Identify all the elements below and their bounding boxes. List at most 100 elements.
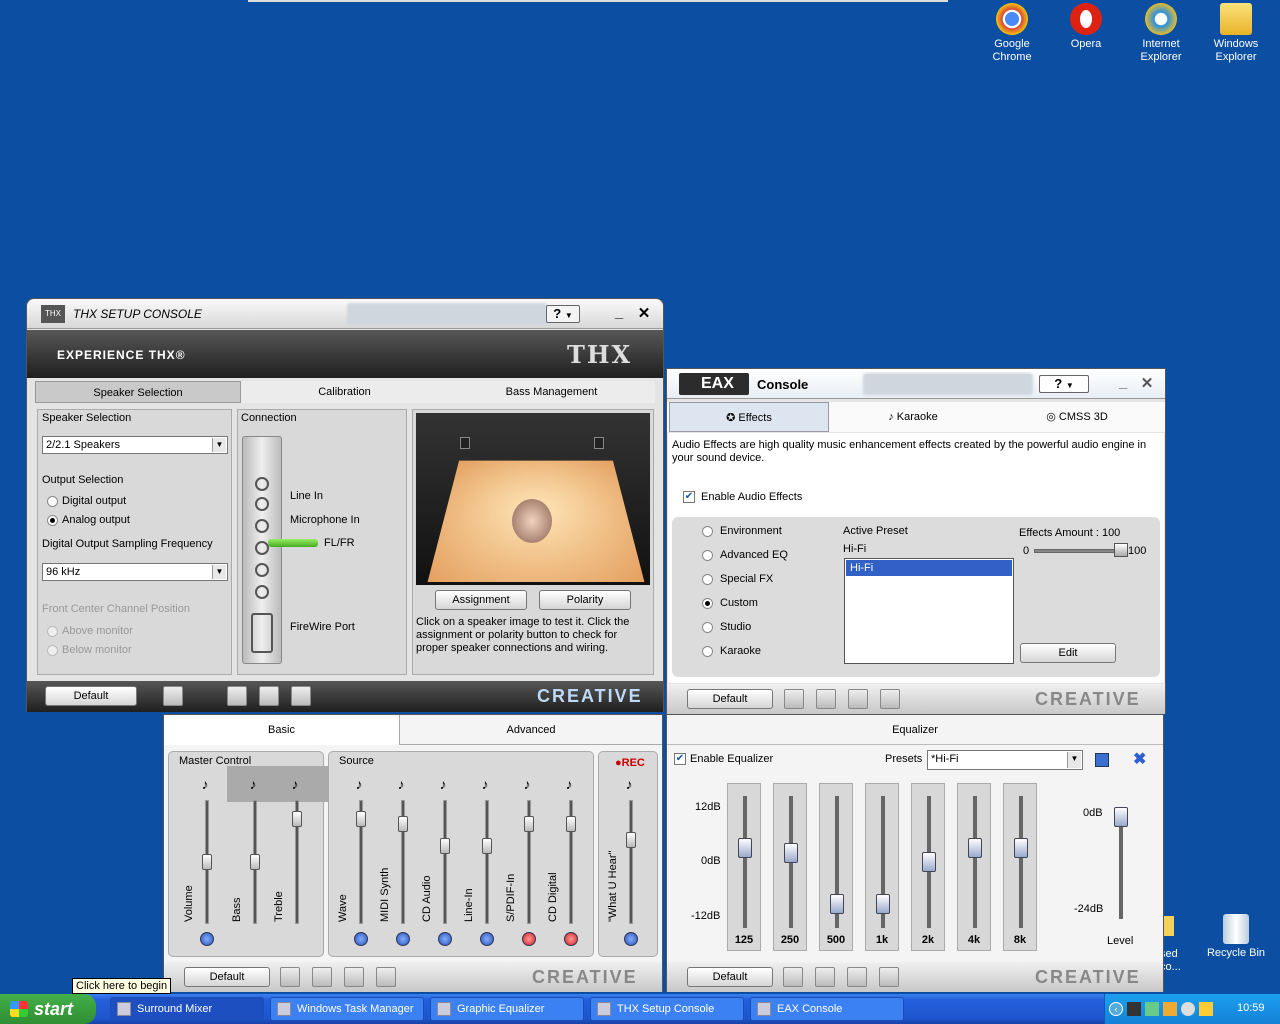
tray-app-icon[interactable]	[1145, 1002, 1159, 1016]
tab-calibration[interactable]: Calibration	[241, 381, 448, 403]
tab-karaoke[interactable]: ♪ Karaoke	[833, 402, 993, 432]
tray-app-icon[interactable]	[1163, 1002, 1177, 1016]
sampling-frequency-select[interactable]: 96 kHz ▼	[42, 563, 228, 581]
left-speaker-icon[interactable]	[460, 437, 470, 449]
tab-basic[interactable]: Basic	[164, 715, 400, 745]
tab-speaker-selection[interactable]: Speaker Selection	[35, 381, 241, 403]
slider-thumb[interactable]	[440, 837, 450, 854]
start-button[interactable]: start	[0, 994, 96, 1024]
eq-band-thumb[interactable]	[968, 838, 982, 858]
tab-cmss-3d[interactable]: ◎ CMSS 3D	[997, 402, 1157, 432]
close-button[interactable]: ✕	[636, 304, 652, 322]
eq-band-thumb[interactable]	[1014, 838, 1028, 858]
desktop-icon-windows-explorer[interactable]: Windows Explorer	[1201, 3, 1271, 64]
mixer-icon[interactable]	[227, 686, 247, 706]
slider-thumb[interactable]	[292, 810, 302, 827]
eax-title-bar[interactable]: EAX Console ? ▼ _ ✕	[667, 369, 1165, 399]
default-button[interactable]: Default	[687, 689, 773, 709]
eq-band-slider[interactable]	[1019, 796, 1023, 928]
speaker-icon[interactable]	[163, 686, 183, 706]
delete-preset-icon[interactable]: ✖	[1133, 749, 1146, 769]
speaker-icon[interactable]	[624, 932, 638, 946]
default-button[interactable]: Default	[687, 967, 773, 987]
tab-effects[interactable]: ✪ Effects	[669, 402, 829, 432]
preset-list[interactable]: Hi-Fi	[844, 558, 1014, 664]
mixer-icon[interactable]	[815, 967, 835, 987]
eq-band-thumb[interactable]	[784, 842, 798, 863]
task-graphic-equalizer[interactable]: Graphic Equalizer	[430, 997, 584, 1021]
above-monitor-radio[interactable]	[47, 626, 58, 637]
thx-icon[interactable]	[376, 967, 396, 987]
equalizer-icon[interactable]	[848, 689, 868, 709]
right-speaker-icon[interactable]	[594, 437, 604, 449]
help-button[interactable]: ? ▼	[1039, 375, 1089, 393]
channel-slider[interactable]	[629, 800, 633, 924]
task-surround-mixer[interactable]: Surround Mixer	[110, 997, 264, 1021]
close-button[interactable]: ✕	[1139, 374, 1155, 392]
task-windows-task-manager[interactable]: Windows Task Manager	[270, 997, 424, 1021]
tab-bass-management[interactable]: Bass Management	[448, 381, 655, 403]
task-thx-setup-console[interactable]: THX Setup Console	[590, 997, 744, 1021]
desktop-icon-opera[interactable]: Opera	[1051, 3, 1121, 51]
slider-thumb[interactable]	[524, 816, 534, 833]
speaker-icon[interactable]	[200, 932, 214, 946]
tray-app-icon[interactable]	[1181, 1002, 1195, 1016]
enable-equalizer-checkbox[interactable]: ✔	[674, 753, 686, 765]
tray-app-icon[interactable]	[1127, 1002, 1141, 1016]
help-button[interactable]: ? ▼	[546, 305, 580, 323]
speaker-select[interactable]: 2/2.1 Speakers ▼	[42, 436, 228, 454]
below-monitor-radio[interactable]	[47, 645, 58, 656]
eax-icon[interactable]	[312, 967, 332, 987]
preset-list-item[interactable]: Hi-Fi	[846, 560, 1012, 576]
task-eax-console[interactable]: EAX Console	[750, 997, 904, 1021]
edit-button[interactable]: Edit	[1020, 643, 1116, 663]
default-button[interactable]: Default	[184, 967, 270, 987]
eax-icon[interactable]	[816, 689, 836, 709]
environment-radio[interactable]	[702, 526, 713, 537]
slider-thumb[interactable]	[482, 837, 492, 854]
speaker-icon[interactable]	[783, 967, 803, 987]
mute-speaker-icon[interactable]	[564, 932, 578, 946]
thx-title-bar[interactable]: THX THX SETUP CONSOLE ? ▼ _ ✕	[27, 299, 663, 329]
eq-band-slider[interactable]	[973, 796, 977, 928]
special-fx-radio[interactable]	[702, 574, 713, 585]
equalizer-icon[interactable]	[344, 967, 364, 987]
speaker-icon[interactable]	[438, 932, 452, 946]
effects-amount-slider[interactable]	[1034, 549, 1124, 553]
speaker-icon[interactable]	[280, 967, 300, 987]
mute-speaker-icon[interactable]	[522, 932, 536, 946]
eq-band-thumb[interactable]	[922, 852, 936, 872]
advanced-eq-radio[interactable]	[702, 550, 713, 561]
level-slider-thumb[interactable]	[1114, 807, 1128, 827]
slider-thumb[interactable]	[250, 854, 260, 870]
digital-output-radio[interactable]	[47, 496, 58, 507]
minimize-button[interactable]: _	[1115, 374, 1131, 391]
slider-thumb[interactable]	[202, 854, 212, 870]
desktop-icon-internet-explorer[interactable]: Internet Explorer	[1126, 3, 1196, 64]
slider-thumb[interactable]	[626, 832, 636, 849]
speaker-icon[interactable]	[396, 932, 410, 946]
mixer-icon[interactable]	[784, 689, 804, 709]
tray-app-icon[interactable]	[1199, 1002, 1213, 1016]
speaker-icon[interactable]	[480, 932, 494, 946]
slider-thumb[interactable]	[356, 810, 366, 827]
thx-icon[interactable]	[880, 689, 900, 709]
default-button[interactable]: Default	[45, 686, 137, 706]
desktop-icon-recycle-bin[interactable]: Recycle Bin	[1201, 914, 1271, 960]
polarity-button[interactable]: Polarity	[539, 590, 631, 610]
channel-slider[interactable]	[485, 800, 489, 924]
eq-band-thumb[interactable]	[876, 894, 890, 914]
slider-thumb[interactable]	[398, 816, 408, 833]
custom-radio[interactable]	[702, 598, 713, 609]
equalizer-icon[interactable]	[291, 686, 311, 706]
analog-output-radio[interactable]	[47, 515, 58, 526]
speaker-icon[interactable]	[354, 932, 368, 946]
chevron-left-icon[interactable]: ‹	[1109, 1002, 1123, 1016]
slider-thumb[interactable]	[1114, 543, 1128, 557]
save-preset-icon[interactable]	[1095, 753, 1109, 767]
karaoke-radio[interactable]	[702, 646, 713, 657]
desktop-icon-chrome[interactable]: Google Chrome	[977, 3, 1047, 64]
eq-band-thumb[interactable]	[738, 838, 752, 858]
eq-band-slider[interactable]	[743, 796, 747, 928]
eax-icon[interactable]	[259, 686, 279, 706]
